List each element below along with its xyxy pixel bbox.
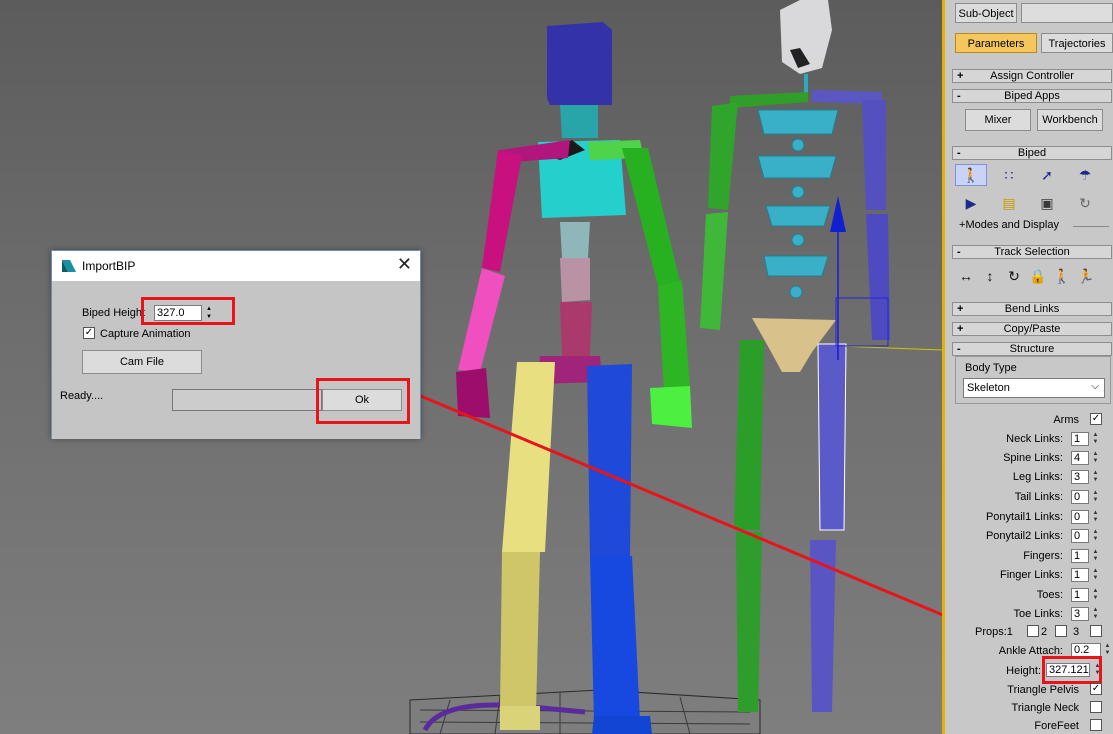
ground-grid [409, 689, 761, 734]
neck-links-label: Neck Links: [1006, 433, 1063, 445]
height-highlight-box [1042, 656, 1102, 684]
footsteps-icon[interactable]: ∷ [993, 164, 1025, 186]
capture-animation-checkbox[interactable]: ✓ [83, 327, 95, 339]
toe-links-label: Toe Links: [1013, 608, 1063, 620]
sub-object-button[interactable]: Sub-Object [955, 3, 1017, 23]
dialog-body: Biped Height 327.0 ▲ ▼ ✓ Capture Animatio… [52, 281, 420, 439]
finger-links-spinner[interactable]: 1 [1071, 568, 1089, 582]
mixer-button[interactable]: Mixer [965, 109, 1031, 131]
spinner-arrows-icon[interactable]: ▲ ▼ [1091, 607, 1100, 621]
close-icon[interactable]: ✕ [397, 255, 412, 273]
capture-animation-label: Capture Animation [100, 328, 191, 340]
modes-and-display-toggle[interactable]: +Modes and Display [959, 219, 1059, 231]
move-horizontal-icon[interactable]: ↔ [955, 265, 977, 287]
neck-links-spinner[interactable]: 1 [1071, 432, 1089, 446]
spinner-arrows-icon[interactable]: ▲ ▼ [1091, 529, 1100, 543]
height-label: Height: [1006, 665, 1041, 677]
biped-figure-icon[interactable]: 🚶 [955, 164, 987, 186]
props-3-checkbox[interactable] [1090, 625, 1102, 637]
key-icon[interactable]: ⚷ [1107, 192, 1113, 214]
fingers-spinner[interactable]: 1 [1071, 549, 1089, 563]
spinner-arrows-icon[interactable]: ▲ ▼ [1091, 490, 1100, 504]
spine-links-spinner[interactable]: 4 [1071, 451, 1089, 465]
forefeet-label: ForeFeet [1034, 720, 1079, 732]
move-vertical-icon[interactable]: ↕ [979, 265, 1001, 287]
ok-highlight-box [316, 378, 410, 424]
play-icon[interactable]: ▶ [955, 192, 987, 214]
finger-links-label: Finger Links: [1000, 569, 1063, 581]
props-3-label: 3 [1073, 626, 1080, 638]
spinner-arrows-icon[interactable]: ▲ ▼ [1091, 588, 1100, 602]
triangle-neck-label: Triangle Neck [1011, 702, 1079, 714]
open-folder-icon[interactable]: ▤ [993, 192, 1025, 214]
triangle-pelvis-checkbox[interactable]: ✓ [1090, 683, 1102, 695]
tail-links-spinner[interactable]: 0 [1071, 490, 1089, 504]
progress-bar [172, 389, 322, 411]
spinner-arrows-icon[interactable]: ▲ ▼ [1091, 510, 1100, 524]
body-type-label: Body Type [965, 362, 1017, 374]
tab-parameters[interactable]: Parameters [955, 33, 1037, 53]
spinner-arrows-icon[interactable]: ▲ ▼ [1091, 568, 1100, 582]
spinner-arrows-icon[interactable]: ▲ ▼ [1091, 432, 1100, 446]
dialog-titlebar[interactable]: ImportBIP ✕ [52, 251, 420, 281]
leg-links-label: Leg Links: [1012, 471, 1063, 483]
spinner-arrows-icon[interactable]: ▲ ▼ [1103, 643, 1112, 657]
biped-figure-colored[interactable] [456, 22, 692, 734]
workbench-button[interactable]: Workbench [1037, 109, 1103, 131]
ankle-attach-spinner[interactable]: 0.2 [1071, 643, 1101, 657]
divider [1073, 226, 1109, 227]
triangle-neck-checkbox[interactable] [1090, 701, 1102, 713]
rollout-structure[interactable]: - Structure [952, 342, 1112, 356]
lock-icon[interactable]: 🔒 [1027, 265, 1049, 287]
rollout-assign-controller[interactable]: + Assign Controller [952, 69, 1112, 83]
command-panel: Sub-Object Parameters Trajectories + Assi… [942, 0, 1113, 734]
import-bip-dialog: ImportBIP ✕ Biped Height 327.0 ▲ ▼ ✓ Capt… [51, 250, 421, 439]
ponytail1-links-label: Ponytail1 Links: [985, 511, 1063, 523]
ponytail2-links-label: Ponytail2 Links: [985, 530, 1063, 542]
mushroom-icon[interactable]: ☂ [1069, 164, 1101, 186]
rotate-icon[interactable]: ↻ [1003, 265, 1025, 287]
tail-links-label: Tail Links: [1014, 491, 1063, 503]
spinner-arrows-icon[interactable]: ▲ ▼ [1091, 451, 1100, 465]
cam-file-button[interactable]: Cam File [82, 350, 202, 374]
forefeet-checkbox[interactable] [1090, 719, 1102, 731]
body-type-select[interactable]: Skeleton ⌵ [963, 378, 1105, 398]
ponytail2-links-spinner[interactable]: 0 [1071, 529, 1089, 543]
opposite-icon[interactable]: 🏃 [1075, 265, 1097, 287]
toe-links-spinner[interactable]: 3 [1071, 607, 1089, 621]
save-icon[interactable]: ▣ [1031, 192, 1063, 214]
chevron-down-icon: ⌵ [1091, 381, 1099, 392]
leg-links-spinner[interactable]: 3 [1071, 470, 1089, 484]
spinner-arrows-icon[interactable]: ▲ ▼ [1091, 549, 1100, 563]
props-2-label: 2 [1041, 626, 1048, 638]
run-icon[interactable]: ➚ [1031, 164, 1063, 186]
biped-figure-skeleton[interactable] [700, 0, 942, 712]
tab-trajectories[interactable]: Trajectories [1041, 33, 1113, 53]
rollout-copy-paste[interactable]: + Copy/Paste [952, 322, 1112, 336]
fingers-label: Fingers: [1023, 550, 1063, 562]
biped-height-label: Biped Height [82, 307, 145, 319]
props-label: Props:1 [975, 626, 1013, 638]
rollout-biped-apps[interactable]: - Biped Apps [952, 89, 1112, 103]
spinner-arrows-icon[interactable]: ▲ ▼ [1091, 470, 1100, 484]
dialog-title: ImportBIP [82, 259, 136, 273]
arms-checkbox[interactable]: ✓ [1090, 413, 1102, 425]
triangle-pelvis-label: Triangle Pelvis [1007, 684, 1079, 696]
rollout-bend-links[interactable]: + Bend Links [952, 302, 1112, 316]
props-2-checkbox[interactable] [1055, 625, 1067, 637]
symmetrical-icon[interactable]: 🚶 [1051, 265, 1073, 287]
arms-label: Arms [1053, 414, 1079, 426]
toes-spinner[interactable]: 1 [1071, 588, 1089, 602]
rollout-track-selection[interactable]: - Track Selection [952, 245, 1112, 259]
props-1-checkbox[interactable] [1027, 625, 1039, 637]
biped-height-highlight-box [141, 297, 235, 325]
ponytail1-links-spinner[interactable]: 0 [1071, 510, 1089, 524]
rollout-biped[interactable]: - Biped [952, 146, 1112, 160]
spine-links-label: Spine Links: [1003, 452, 1063, 464]
refresh-icon[interactable]: ↻ [1069, 192, 1101, 214]
app-logo-icon [62, 260, 76, 272]
toes-label: Toes: [1036, 589, 1063, 601]
status-text: Ready.... [60, 390, 104, 402]
sub-object-dropdown[interactable] [1021, 3, 1113, 23]
